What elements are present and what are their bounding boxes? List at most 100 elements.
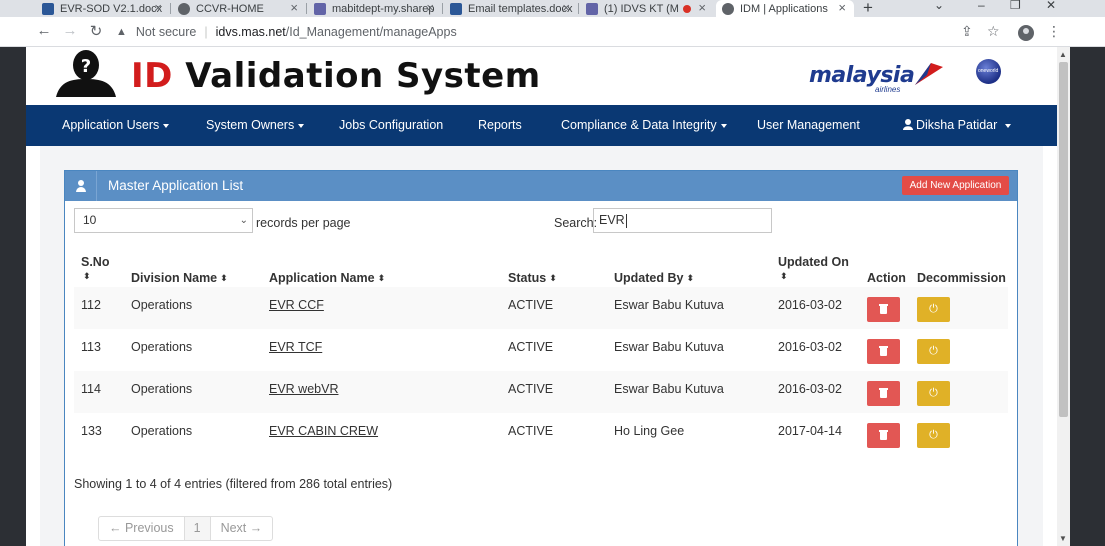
browser-tab[interactable]: Email templates.docx × [444,0,578,17]
address-bar: ← → ↻ ▲ Not secure | idvs.mas.net/Id_Man… [0,17,1105,47]
previous-page-button[interactable]: ← Previous [99,517,184,540]
browser-tab[interactable]: mabitdept-my.sharep × [308,0,442,17]
id-person-logo-icon: ? [56,50,116,97]
recording-icon [682,4,691,13]
desktop-background [1070,47,1105,546]
add-new-application-button[interactable]: Add New Application [902,176,1009,195]
not-secure-label: Not secure [135,25,197,39]
site-header: ? ID Validation System malaysia airlines… [26,47,1057,105]
application-link[interactable]: EVR TCF [269,340,322,354]
decommission-power-button[interactable]: ⏻ [917,423,950,448]
browser-tab-active[interactable]: IDM | Applications × [716,0,854,17]
application-link[interactable]: EVR CABIN CREW [269,424,378,438]
close-tab-icon[interactable]: × [154,0,162,15]
close-tab-icon[interactable]: × [562,0,570,15]
page-scrollbar[interactable]: ▲ ▼ [1057,47,1070,546]
application-link[interactable]: EVR CCF [269,298,324,312]
minimize-icon[interactable]: – [978,0,985,12]
table-row: 133 Operations EVR CABIN CREW ACTIVE Ho … [74,413,1008,455]
scroll-up-icon[interactable]: ▲ [1059,50,1067,59]
nav-system-owners[interactable]: System Owners [206,105,304,146]
browser-tab-bar: EVR-SOD V2.1.docx × CCVR-HOME × mabitdep… [0,0,1105,17]
user-icon [903,119,913,130]
delete-button[interactable] [867,423,900,448]
profile-avatar[interactable] [1018,25,1034,41]
close-window-icon[interactable]: ✕ [1046,0,1056,12]
airline-kite-icon [915,63,943,85]
sort-icon: ⬍ [780,271,788,281]
back-button[interactable]: ← [35,22,53,39]
forward-button[interactable]: → [61,22,79,39]
table-row: 113 Operations EVR TCF ACTIVE Eswar Babu… [74,329,1008,371]
share-icon[interactable]: ⇪ [961,23,973,40]
delete-button[interactable] [867,297,900,322]
close-tab-icon[interactable]: × [838,0,846,15]
pagination: ← Previous 1 Next → [98,516,274,541]
close-tab-icon[interactable]: × [426,0,434,15]
col-sno-header[interactable]: S.No ⬍ [81,255,109,283]
scroll-thumb[interactable] [1059,62,1068,417]
col-division-header[interactable]: Division Name ⬍ [131,271,228,285]
page-number-button[interactable]: 1 [183,517,211,540]
browser-tab[interactable]: CCVR-HOME × [172,0,306,17]
site-title: ID Validation System [131,56,541,96]
restore-icon[interactable]: ❐ [1010,0,1021,12]
new-tab-button[interactable]: + [863,0,873,17]
globe-icon [178,2,190,15]
col-application-header[interactable]: Application Name ⬍ [269,271,385,285]
oneworld-logo: oneworld [976,59,1001,84]
svg-text:?: ? [81,56,91,77]
sort-icon: ⬍ [220,273,228,283]
table-row: 114 Operations EVR webVR ACTIVE Eswar Ba… [74,371,1008,413]
sort-icon: ⬍ [549,273,557,283]
delete-button[interactable] [867,381,900,406]
col-decommission-header: Decommission [917,271,1006,285]
browser-tab[interactable]: (1) IDVS KT (M × [580,0,714,17]
page-viewport: ? ID Validation System malaysia airlines… [26,47,1057,546]
url-path: /Id_Management/manageApps [285,25,457,39]
status-value: ACTIVE [508,424,554,438]
records-per-page-label: records per page [256,216,351,230]
next-page-button[interactable]: Next → [211,517,273,540]
nav-user-management[interactable]: User Management [757,105,860,146]
nav-reports[interactable]: Reports [478,105,522,146]
delete-button[interactable] [867,339,900,364]
col-status-header[interactable]: Status ⬍ [508,271,557,285]
main-navbar: Application Users System Owners Jobs Con… [26,105,1057,146]
application-link[interactable]: EVR webVR [269,382,338,396]
decommission-power-button[interactable]: ⏻ [917,381,950,406]
sort-icon: ⬍ [83,271,91,281]
decommission-power-button[interactable]: ⏻ [917,339,950,364]
sharepoint-icon [314,2,326,15]
chevron-down-icon: ⌄ [239,215,248,226]
decommission-power-button[interactable]: ⏻ [917,297,950,322]
page-length-select[interactable]: 10 ⌄ [74,208,253,233]
panel-title: Master Application List [108,178,244,193]
star-icon[interactable]: ☆ [987,23,1000,40]
more-menu-icon[interactable]: ⋮ [1047,23,1061,40]
status-value: ACTIVE [508,382,554,396]
search-label: Search: [554,216,598,230]
col-updated-by-header[interactable]: Updated By ⬍ [614,271,694,285]
status-value: ACTIVE [508,340,554,354]
scroll-down-icon[interactable]: ▼ [1059,534,1067,543]
reload-button[interactable]: ↻ [87,22,105,40]
sort-icon: ⬍ [686,273,694,283]
word-doc-icon [42,2,54,15]
table-row: 112 Operations EVR CCF ACTIVE Eswar Babu… [74,287,1008,329]
warning-icon[interactable]: ▲ [116,26,127,38]
nav-user-menu[interactable]: Diksha Patidar [903,105,1011,146]
nav-application-users[interactable]: Application Users [62,105,169,146]
teams-icon [586,2,598,15]
search-input[interactable]: EVR [593,208,772,233]
close-tab-icon[interactable]: × [698,0,706,15]
nav-compliance-data-integrity[interactable]: Compliance & Data Integrity [561,105,727,146]
close-tab-icon[interactable]: × [290,0,298,15]
word-doc-icon [450,2,462,15]
chevron-down-icon[interactable]: ⌄ [934,0,944,12]
col-updated-on-header[interactable]: Updated On ⬍ [778,255,849,283]
panel-header: Master Application List Add New Applicat… [65,171,1017,201]
browser-tab[interactable]: EVR-SOD V2.1.docx × [36,0,170,17]
url-field[interactable]: ▲ Not secure | idvs.mas.net/Id_Managemen… [116,20,946,44]
nav-jobs-configuration[interactable]: Jobs Configuration [339,105,443,146]
